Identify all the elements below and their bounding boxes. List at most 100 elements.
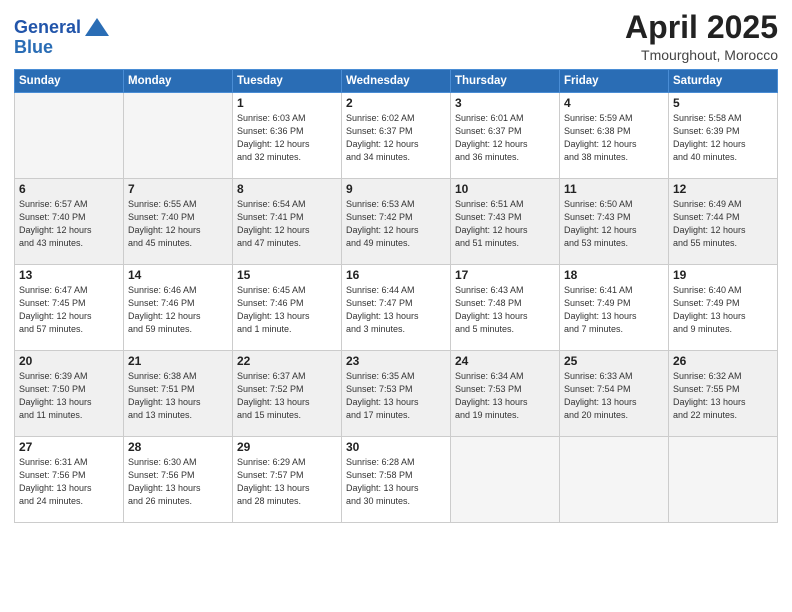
title-month: April 2025 <box>625 10 778 45</box>
table-row: 23Sunrise: 6:35 AM Sunset: 7:53 PM Dayli… <box>342 351 451 437</box>
table-row: 28Sunrise: 6:30 AM Sunset: 7:56 PM Dayli… <box>124 437 233 523</box>
calendar-table: Sunday Monday Tuesday Wednesday Thursday… <box>14 69 778 523</box>
day-number: 2 <box>346 96 446 110</box>
day-info: Sunrise: 6:54 AM Sunset: 7:41 PM Dayligh… <box>237 198 337 250</box>
table-row: 26 Sunrise: 6:32 AM Sunset: 7:55 PM Dayli… <box>669 351 778 437</box>
day-number: 29 <box>237 440 337 454</box>
day-info: Sunrise: 6:57 AM Sunset: 7:40 PM Dayligh… <box>19 198 119 250</box>
calendar-week-row: 6 Sunrise: 6:57 AM Sunset: 7:40 PM Daylig… <box>15 179 778 265</box>
day-info: Sunrise: 6:31 AM Sunset: 7:56 PM Dayligh… <box>19 456 119 508</box>
day-info: Sunrise: 6:47 AM Sunset: 7:45 PM Dayligh… <box>19 284 119 336</box>
day-number: 28 <box>128 440 228 454</box>
day-info: Sunrise: 6:29 AM Sunset: 7:57 PM Dayligh… <box>237 456 337 508</box>
table-row: 15 Sunrise: 6:45 AM Sunset: 7:46 PM Dayli… <box>233 265 342 351</box>
day-info: Sunrise: 6:45 AM Sunset: 7:46 PM Dayligh… <box>237 284 337 336</box>
day-info: Sunrise: 6:03 AM Sunset: 6:36 PM Dayligh… <box>237 112 337 164</box>
day-number: 1 <box>237 96 337 110</box>
table-row: 13 Sunrise: 6:47 AM Sunset: 7:45 PM Dayli… <box>15 265 124 351</box>
logo-icon <box>83 14 111 42</box>
table-row <box>669 437 778 523</box>
day-number: 26 <box>673 354 773 368</box>
table-row: 3 Sunrise: 6:01 AM Sunset: 6:37 PM Daylig… <box>451 93 560 179</box>
day-info: Sunrise: 6:55 AM Sunset: 7:40 PM Dayligh… <box>128 198 228 250</box>
day-number: 19 <box>673 268 773 282</box>
table-row: 9 Sunrise: 6:53 AM Sunset: 7:42 PM Daylig… <box>342 179 451 265</box>
table-row: 25Sunrise: 6:33 AM Sunset: 7:54 PM Dayli… <box>560 351 669 437</box>
table-row: 18 Sunrise: 6:41 AM Sunset: 7:49 PM Dayli… <box>560 265 669 351</box>
day-number: 15 <box>237 268 337 282</box>
table-row: 14 Sunrise: 6:46 AM Sunset: 7:46 PM Dayli… <box>124 265 233 351</box>
table-row: 6 Sunrise: 6:57 AM Sunset: 7:40 PM Daylig… <box>15 179 124 265</box>
day-info: Sunrise: 6:01 AM Sunset: 6:37 PM Dayligh… <box>455 112 555 164</box>
table-row: 21 Sunrise: 6:38 AM Sunset: 7:51 PM Dayli… <box>124 351 233 437</box>
day-info: Sunrise: 6:32 AM Sunset: 7:55 PM Dayligh… <box>673 370 773 422</box>
day-number: 22 <box>237 354 337 368</box>
table-row: 27 Sunrise: 6:31 AM Sunset: 7:56 PM Dayli… <box>15 437 124 523</box>
table-row: 2 Sunrise: 6:02 AM Sunset: 6:37 PM Daylig… <box>342 93 451 179</box>
day-info: Sunrise: 6:50 AM Sunset: 7:43 PM Dayligh… <box>564 198 664 250</box>
table-row: 12Sunrise: 6:49 AM Sunset: 7:44 PM Dayli… <box>669 179 778 265</box>
calendar-week-row: 27 Sunrise: 6:31 AM Sunset: 7:56 PM Dayli… <box>15 437 778 523</box>
day-number: 4 <box>564 96 664 110</box>
day-number: 25 <box>564 354 664 368</box>
day-info: Sunrise: 6:39 AM Sunset: 7:50 PM Dayligh… <box>19 370 119 422</box>
day-number: 6 <box>19 182 119 196</box>
col-monday: Monday <box>124 70 233 93</box>
table-row <box>124 93 233 179</box>
table-row: 4 Sunrise: 5:59 AM Sunset: 6:38 PM Daylig… <box>560 93 669 179</box>
table-row: 22 Sunrise: 6:37 AM Sunset: 7:52 PM Dayli… <box>233 351 342 437</box>
day-info: Sunrise: 5:59 AM Sunset: 6:38 PM Dayligh… <box>564 112 664 164</box>
day-number: 8 <box>237 182 337 196</box>
day-info: Sunrise: 6:41 AM Sunset: 7:49 PM Dayligh… <box>564 284 664 336</box>
table-row: 16Sunrise: 6:44 AM Sunset: 7:47 PM Dayli… <box>342 265 451 351</box>
day-number: 7 <box>128 182 228 196</box>
title-location: Tmourghout, Morocco <box>625 47 778 63</box>
day-info: Sunrise: 6:38 AM Sunset: 7:51 PM Dayligh… <box>128 370 228 422</box>
day-info: Sunrise: 6:28 AM Sunset: 7:58 PM Dayligh… <box>346 456 446 508</box>
col-thursday: Thursday <box>451 70 560 93</box>
day-info: Sunrise: 6:35 AM Sunset: 7:53 PM Dayligh… <box>346 370 446 422</box>
col-wednesday: Wednesday <box>342 70 451 93</box>
day-number: 10 <box>455 182 555 196</box>
day-info: Sunrise: 6:37 AM Sunset: 7:52 PM Dayligh… <box>237 370 337 422</box>
day-number: 9 <box>346 182 446 196</box>
day-number: 13 <box>19 268 119 282</box>
table-row <box>15 93 124 179</box>
page: General Blue April 2025 Tmourghout, Moro… <box>0 0 792 612</box>
day-number: 27 <box>19 440 119 454</box>
day-info: Sunrise: 6:40 AM Sunset: 7:49 PM Dayligh… <box>673 284 773 336</box>
logo: General Blue <box>14 14 111 58</box>
day-number: 18 <box>564 268 664 282</box>
table-row: 20Sunrise: 6:39 AM Sunset: 7:50 PM Dayli… <box>15 351 124 437</box>
day-info: Sunrise: 6:53 AM Sunset: 7:42 PM Dayligh… <box>346 198 446 250</box>
calendar-week-row: 20Sunrise: 6:39 AM Sunset: 7:50 PM Dayli… <box>15 351 778 437</box>
table-row: 29 Sunrise: 6:29 AM Sunset: 7:57 PM Dayli… <box>233 437 342 523</box>
day-number: 17 <box>455 268 555 282</box>
day-number: 30 <box>346 440 446 454</box>
day-info: Sunrise: 6:02 AM Sunset: 6:37 PM Dayligh… <box>346 112 446 164</box>
day-info: Sunrise: 6:51 AM Sunset: 7:43 PM Dayligh… <box>455 198 555 250</box>
day-number: 16 <box>346 268 446 282</box>
table-row: 17 Sunrise: 6:43 AM Sunset: 7:48 PM Dayli… <box>451 265 560 351</box>
day-number: 3 <box>455 96 555 110</box>
day-number: 24 <box>455 354 555 368</box>
col-sunday: Sunday <box>15 70 124 93</box>
day-number: 14 <box>128 268 228 282</box>
table-row: 1 Sunrise: 6:03 AM Sunset: 6:36 PM Daylig… <box>233 93 342 179</box>
day-number: 21 <box>128 354 228 368</box>
day-info: Sunrise: 6:49 AM Sunset: 7:44 PM Dayligh… <box>673 198 773 250</box>
table-row: 7 Sunrise: 6:55 AM Sunset: 7:40 PM Daylig… <box>124 179 233 265</box>
table-row: 30 Sunrise: 6:28 AM Sunset: 7:58 PM Dayli… <box>342 437 451 523</box>
table-row <box>560 437 669 523</box>
day-info: Sunrise: 6:43 AM Sunset: 7:48 PM Dayligh… <box>455 284 555 336</box>
col-friday: Friday <box>560 70 669 93</box>
title-block: April 2025 Tmourghout, Morocco <box>625 10 778 63</box>
day-info: Sunrise: 6:46 AM Sunset: 7:46 PM Dayligh… <box>128 284 228 336</box>
calendar-header-row: Sunday Monday Tuesday Wednesday Thursday… <box>15 70 778 93</box>
table-row: 5Sunrise: 5:58 AM Sunset: 6:39 PM Daylig… <box>669 93 778 179</box>
table-row: 8 Sunrise: 6:54 AM Sunset: 7:41 PM Daylig… <box>233 179 342 265</box>
logo-text-blue: Blue <box>14 38 53 58</box>
calendar-week-row: 13 Sunrise: 6:47 AM Sunset: 7:45 PM Dayli… <box>15 265 778 351</box>
calendar-week-row: 1 Sunrise: 6:03 AM Sunset: 6:36 PM Daylig… <box>15 93 778 179</box>
day-info: Sunrise: 6:34 AM Sunset: 7:53 PM Dayligh… <box>455 370 555 422</box>
